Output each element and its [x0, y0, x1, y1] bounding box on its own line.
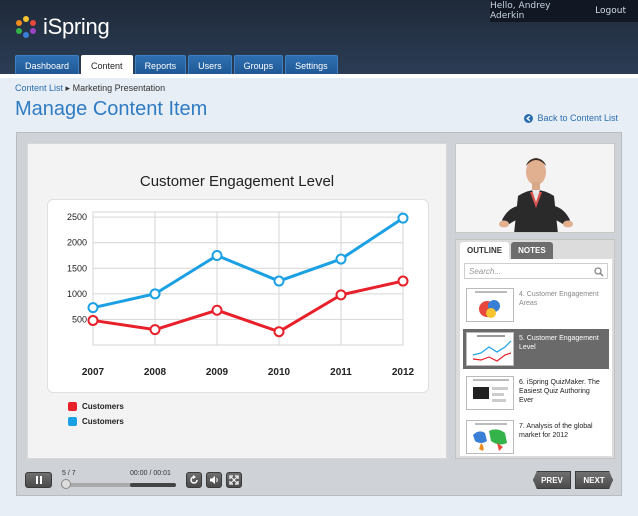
presenter-image: [456, 144, 614, 232]
replay-button[interactable]: [186, 472, 202, 488]
side-panel: OUTLINE NOTES Search... 4. Customer Enga…: [455, 239, 615, 459]
x-tick-label: 2012: [392, 367, 415, 378]
chart-legend: Customers Customers: [68, 402, 124, 432]
replay-icon: [190, 475, 198, 484]
seek-handle[interactable]: [61, 479, 71, 489]
outline-item[interactable]: 7. Analysis of the global market for 201…: [463, 417, 609, 457]
x-tick-label: 2010: [268, 367, 291, 378]
tab-outline[interactable]: OUTLINE: [460, 242, 510, 259]
search-icon[interactable]: [594, 267, 604, 277]
pause-icon: [35, 476, 42, 484]
panel-tabs: OUTLINE NOTES: [460, 242, 553, 259]
legend-swatch-blue: [68, 417, 77, 426]
volume-button[interactable]: [206, 472, 222, 488]
user-box: Hello, Andrey Aderkin Logout: [490, 0, 638, 22]
outline-item-label: 6. iSpring QuizMaker. The Easiest Quiz A…: [519, 379, 600, 404]
top-bar: iSpring Hello, Andrey Aderkin Logout Das…: [0, 0, 638, 76]
back-arrow-icon: [524, 113, 534, 123]
slide-area: Customer Engagement Level 500 1000 1500 200…: [27, 143, 447, 459]
slide-title: Customer Engagement Level: [139, 173, 335, 190]
tab-settings[interactable]: Settings: [285, 55, 338, 75]
outline-item-label: 4. Customer Engagement Areas: [519, 291, 599, 307]
outline-search-input[interactable]: Search...: [464, 263, 608, 279]
y-tick-label: 2000: [67, 238, 87, 248]
player-frame: Customer Engagement Level 500 1000 1500 200…: [16, 132, 622, 496]
legend-swatch-red: [68, 402, 77, 411]
plot-border: [92, 211, 404, 346]
seek-track-fill: [130, 483, 176, 487]
data-point: [149, 288, 161, 300]
pause-button[interactable]: [25, 472, 52, 488]
outline-item-label: 7. Analysis of the global market for 201…: [519, 423, 593, 439]
x-tick-label: 2008: [144, 367, 167, 378]
seek-track[interactable]: [61, 483, 176, 487]
outline-item[interactable]: 4. Customer Engagement Areas: [463, 285, 609, 325]
main-nav: Dashboard Content Reports Users Groups S…: [15, 55, 338, 76]
tab-dashboard[interactable]: Dashboard: [15, 55, 80, 75]
outline-item[interactable]: 6. iSpring QuizMaker. The Easiest Quiz A…: [463, 373, 609, 413]
data-point: [397, 275, 409, 287]
data-point: [211, 249, 223, 261]
player-controls: 5 / 7 00:00 / 00:01 PREV NEXT: [17, 463, 621, 495]
chart-container: 500 1000 1500 2000 2500 2007 2008 2009 2010 2011 2…: [47, 199, 429, 393]
legend-label: Customers: [82, 402, 124, 411]
y-tick-label: 2500: [67, 212, 87, 222]
x-tick-label: 2011: [330, 367, 352, 378]
outline-body: Search... 4. Customer Engagement Areas 5…: [460, 259, 612, 456]
x-tick-label: 2007: [82, 367, 105, 378]
data-point: [273, 326, 285, 338]
logo[interactable]: iSpring: [14, 14, 110, 40]
legend-item: Customers: [68, 402, 124, 411]
nav-underline: [0, 74, 638, 78]
outline-item-selected[interactable]: 5. Customer Engagement Level: [463, 329, 609, 369]
breadcrumb-separator: ▸: [65, 83, 71, 93]
data-point: [149, 324, 161, 336]
data-point: [87, 302, 99, 314]
data-point: [273, 275, 285, 287]
tab-users[interactable]: Users: [188, 55, 232, 75]
legend-item: Customers: [68, 417, 124, 426]
slide-thumbnail: [466, 288, 514, 322]
volume-icon: [210, 476, 218, 484]
data-point: [335, 253, 347, 265]
series-line-0: [92, 279, 404, 334]
y-tick-label: 1000: [67, 289, 87, 299]
fullscreen-icon: [229, 475, 239, 485]
x-tick-label: 2009: [206, 367, 229, 378]
y-tick-label: 1500: [67, 263, 87, 273]
data-point: [397, 212, 409, 224]
search-placeholder: Search...: [469, 266, 502, 276]
next-button[interactable]: NEXT: [575, 471, 613, 489]
slide-thumbnail: [466, 420, 514, 454]
page-title: Manage Content Item: [15, 98, 208, 120]
outline-item-label: 5. Customer Engagement Level: [519, 335, 599, 351]
logout-link[interactable]: Logout: [595, 6, 626, 16]
tab-content[interactable]: Content: [81, 55, 133, 76]
slide-thumbnail: [466, 332, 514, 366]
slide-thumbnail: [466, 376, 514, 410]
presenter-video[interactable]: [455, 143, 615, 233]
breadcrumb: Content List ▸ Marketing Presentation: [15, 83, 165, 94]
data-point: [87, 314, 99, 326]
time-display: 00:00 / 00:01: [130, 470, 171, 477]
tab-notes[interactable]: NOTES: [511, 242, 553, 259]
data-point: [211, 304, 223, 316]
tab-reports[interactable]: Reports: [134, 55, 187, 75]
tab-groups[interactable]: Groups: [233, 55, 284, 75]
breadcrumb-current: Marketing Presentation: [72, 83, 166, 93]
breadcrumb-content-list[interactable]: Content List: [15, 83, 63, 93]
ispring-logo-icon: [16, 16, 36, 38]
fullscreen-button[interactable]: [226, 472, 242, 488]
user-greeting: Hello, Andrey Aderkin: [490, 1, 551, 21]
slide-counter: 5 / 7: [62, 470, 76, 477]
prev-button[interactable]: PREV: [533, 471, 571, 489]
legend-label: Customers: [82, 417, 124, 426]
back-to-content-list[interactable]: Back to Content List: [524, 113, 618, 123]
y-tick-label: 500: [72, 314, 87, 324]
logo-text: iSpring: [43, 14, 110, 39]
line-chart: 500 1000 1500 2000 2500 2007 2008 2009 2010 2011 2…: [67, 211, 415, 378]
back-link-label: Back to Content List: [537, 113, 618, 123]
data-point: [335, 289, 347, 301]
